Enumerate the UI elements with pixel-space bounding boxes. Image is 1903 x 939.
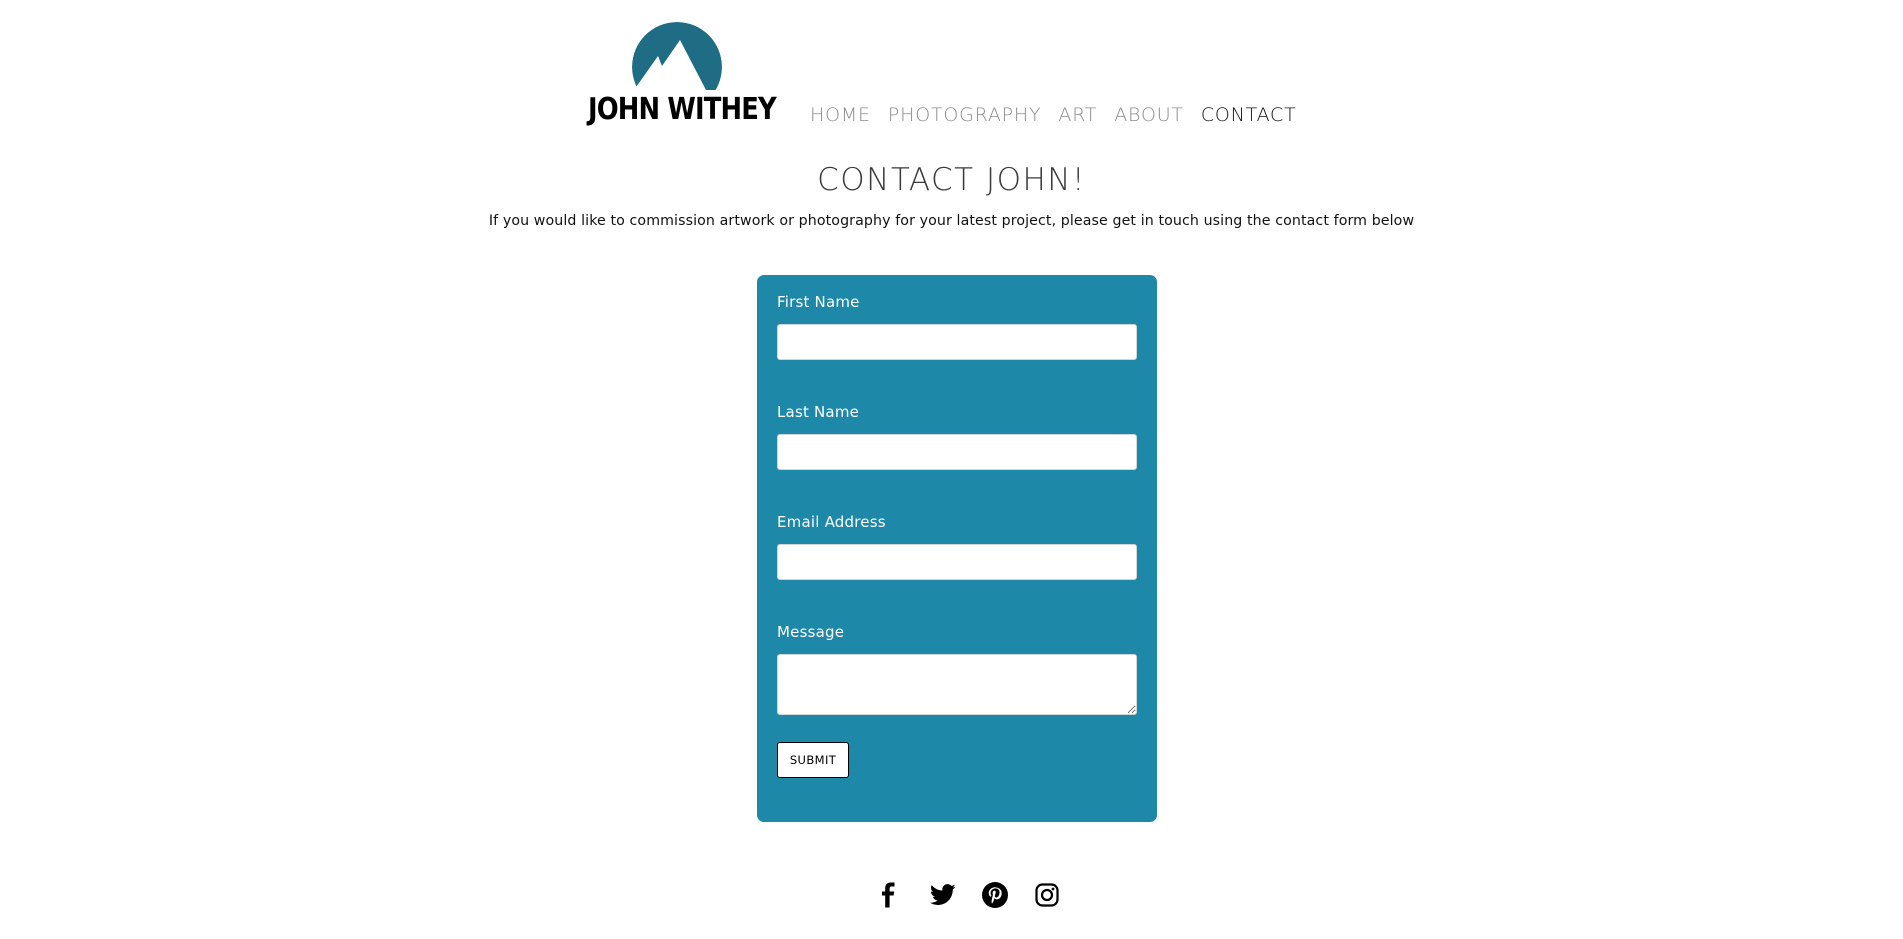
first-name-field[interactable] (777, 324, 1137, 360)
twitter-link[interactable] (928, 880, 958, 910)
nav-item-about[interactable]: ABOUT (1114, 104, 1184, 126)
nav-item-art[interactable]: ART (1058, 104, 1097, 126)
nav-item-photography[interactable]: PHOTOGRAPHY (888, 104, 1042, 126)
contact-form: First Name Last Name Email Address Messa… (757, 275, 1157, 822)
nav-item-home[interactable]: HOME (810, 104, 871, 126)
twitter-icon (930, 884, 956, 905)
mountain-logo-icon (632, 22, 722, 90)
pinterest-icon (982, 882, 1008, 908)
last-name-field[interactable] (777, 434, 1137, 470)
social-links (0, 880, 1903, 914)
main-nav: HOME PHOTOGRAPHY ART ABOUT CONTACT (810, 100, 1297, 130)
message-field[interactable] (777, 654, 1137, 715)
nav-item-contact[interactable]: CONTACT (1201, 104, 1297, 126)
message-label: Message (777, 623, 845, 641)
pinterest-link[interactable] (980, 880, 1010, 910)
last-name-label: Last Name (777, 403, 860, 421)
brand-name: JOHN WITHEY (588, 92, 777, 127)
submit-button[interactable]: SUBMIT (777, 742, 849, 778)
instagram-icon (1035, 883, 1059, 907)
first-name-label: First Name (777, 293, 860, 311)
page-title: CONTACT JOHN! (817, 162, 1086, 198)
facebook-icon (882, 882, 895, 908)
email-address-label: Email Address (777, 513, 886, 531)
contact-page: JOHN WITHEY HOME PHOTOGRAPHY ART ABOUT C… (0, 0, 1903, 939)
instagram-link[interactable] (1032, 880, 1062, 910)
facebook-link[interactable] (873, 880, 903, 910)
page-subtitle: If you would like to commission artwork … (488, 213, 1415, 229)
email-field[interactable] (777, 544, 1137, 580)
site-header: JOHN WITHEY HOME PHOTOGRAPHY ART ABOUT C… (0, 0, 1903, 140)
site-logo-link[interactable]: JOHN WITHEY (588, 22, 777, 128)
